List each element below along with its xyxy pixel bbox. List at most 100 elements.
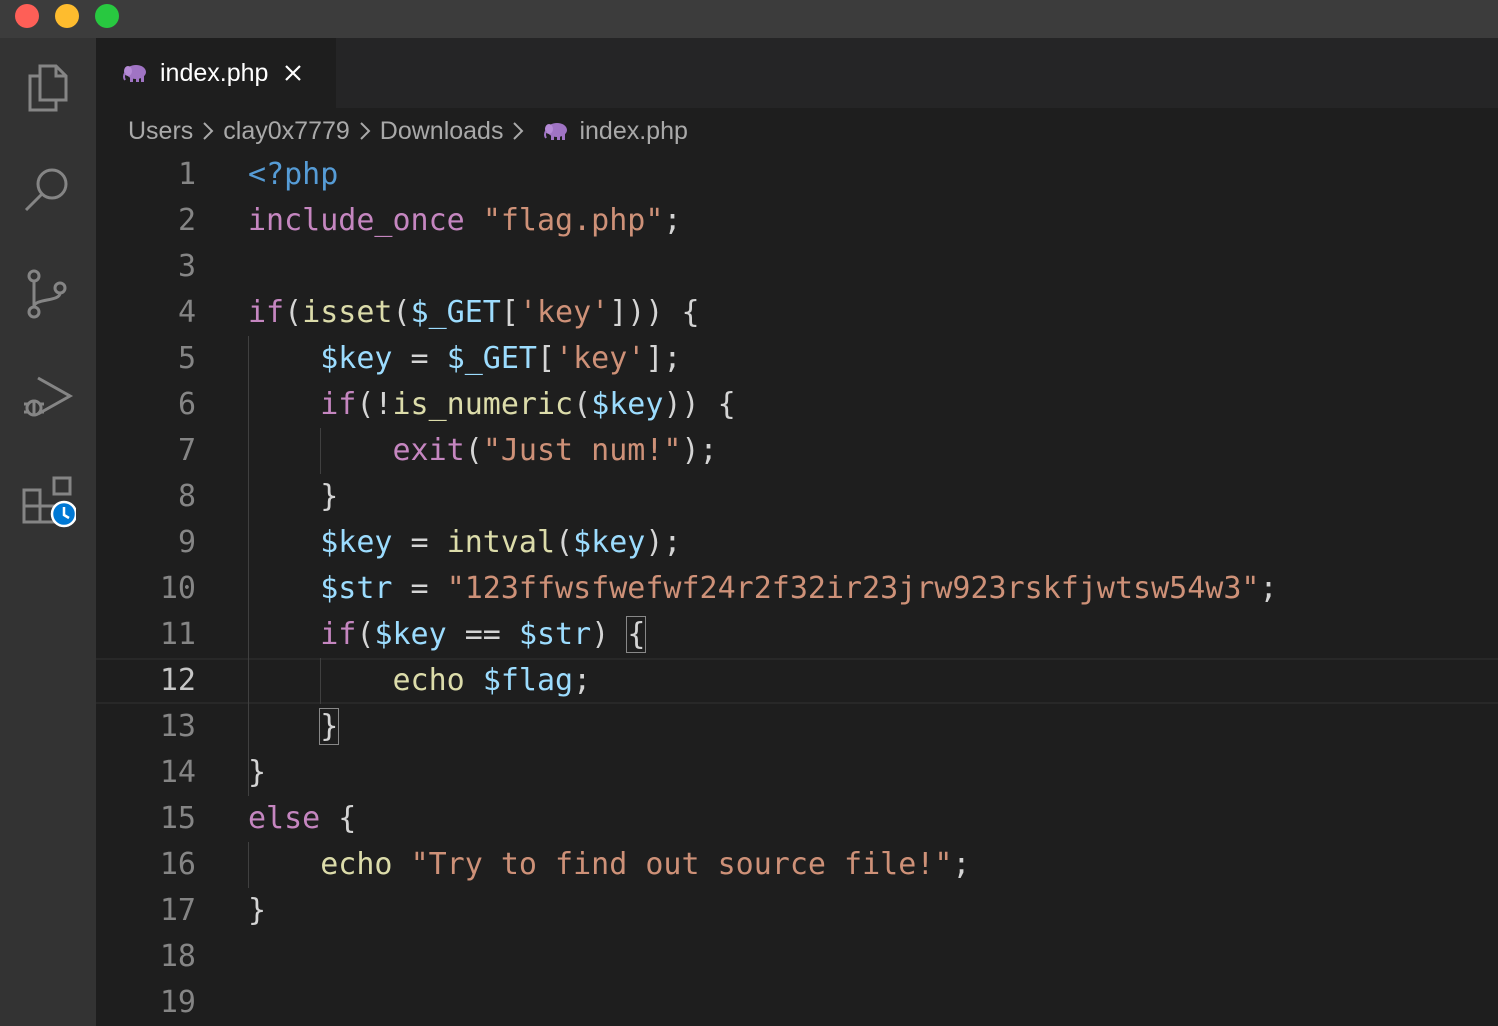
code-line[interactable]: 16 echo "Try to find out source file!"; xyxy=(96,842,1498,888)
code-token: } xyxy=(248,893,267,928)
code-token: ( xyxy=(573,387,592,422)
code-token: ])) { xyxy=(609,295,700,330)
source-control-button[interactable] xyxy=(0,246,96,342)
explorer-button[interactable] xyxy=(0,38,96,134)
code-text: include_once "flag.php"; xyxy=(248,198,682,244)
code-token: else xyxy=(248,801,321,836)
code-line[interactable]: 1 <?php xyxy=(96,152,1498,198)
code-token: $key xyxy=(591,387,664,422)
search-button[interactable] xyxy=(0,142,96,238)
indent-guide xyxy=(248,336,249,796)
tab-index-php[interactable]: index.php xyxy=(96,38,336,108)
code-line[interactable]: 19 xyxy=(96,980,1498,1026)
code-token: $str xyxy=(518,617,592,652)
code-token: = xyxy=(392,571,447,606)
code-text: echo "Try to find out source file!"; xyxy=(248,842,970,888)
code-line[interactable]: 7 exit("Just num!"); xyxy=(96,428,1498,474)
run-debug-icon xyxy=(24,376,74,417)
code-token: { xyxy=(626,616,647,653)
tab-bar: index.php xyxy=(96,38,1498,108)
code-token: intval xyxy=(446,525,556,560)
code-token: = xyxy=(392,341,447,376)
code-token: ); xyxy=(681,433,718,468)
minimize-window-button[interactable] xyxy=(55,4,79,28)
code-line[interactable]: 3 xyxy=(96,244,1498,290)
code-line[interactable]: 8 } xyxy=(96,474,1498,520)
code-token: )) { xyxy=(663,387,736,422)
source-control-icon xyxy=(27,269,67,319)
code-line[interactable]: 6 if(!is_numeric($key)) { xyxy=(96,382,1498,428)
line-number: 1 xyxy=(177,157,196,192)
code-line[interactable]: 5 $key = $_GET['key']; xyxy=(96,336,1498,382)
code-line[interactable]: 9 $key = intval($key); xyxy=(96,520,1498,566)
code-token: ( xyxy=(464,433,483,468)
code-token: "flag.php" xyxy=(482,203,664,238)
code-token: ( xyxy=(555,525,574,560)
code-token: ); xyxy=(645,525,682,560)
code-line[interactable]: 12 echo $flag; xyxy=(96,658,1498,704)
close-tab-button[interactable] xyxy=(282,62,304,84)
breadcrumb-item-file[interactable]: index.php xyxy=(579,117,687,146)
code-line[interactable]: 14} xyxy=(96,750,1498,796)
code-token: ; xyxy=(1259,571,1278,606)
code-token: is_numeric xyxy=(392,387,574,422)
code-token: ) xyxy=(591,617,628,652)
code-token: $key xyxy=(320,341,393,376)
code-token: $flag xyxy=(482,663,574,698)
chevron-right-icon xyxy=(201,121,215,141)
line-number: 19 xyxy=(159,985,196,1020)
line-number: 12 xyxy=(159,663,196,698)
code-text: } xyxy=(248,704,340,750)
line-number: 9 xyxy=(177,525,196,560)
indent-guide xyxy=(320,658,321,704)
search-icon xyxy=(24,168,68,212)
code-token: "123ffwsfwefwf24r2f32ir23jrw923rskfjwtsw… xyxy=(446,571,1260,606)
code-token: "Try to find out source file!" xyxy=(410,847,953,882)
line-number: 10 xyxy=(159,571,196,606)
breadcrumb-item-user[interactable]: clay0x7779 xyxy=(223,117,349,146)
breadcrumb-item-users[interactable]: Users xyxy=(128,117,193,146)
line-number: 7 xyxy=(177,433,196,468)
code-line[interactable]: 17} xyxy=(96,888,1498,934)
code-line[interactable]: 11 if($key == $str) { xyxy=(96,612,1498,658)
code-text: if(!is_numeric($key)) { xyxy=(248,382,736,428)
extensions-button[interactable] xyxy=(0,454,96,550)
tab-label: index.php xyxy=(160,58,269,87)
code-token: if xyxy=(320,387,357,422)
code-line[interactable]: 18 xyxy=(96,934,1498,980)
files-icon xyxy=(28,64,68,112)
code-token: "Just num!" xyxy=(482,433,682,468)
code-token: include_once xyxy=(248,203,465,238)
code-line[interactable]: 15 else { xyxy=(96,796,1498,842)
code-token: { xyxy=(320,801,357,836)
code-token: $key xyxy=(374,617,447,652)
code-token: ; xyxy=(663,203,682,238)
code-token: exit xyxy=(392,433,465,468)
run-debug-button[interactable] xyxy=(0,350,96,446)
code-token: (! xyxy=(356,387,393,422)
line-number: 2 xyxy=(177,203,196,238)
code-line[interactable]: 10 $str = "123ffwsfwefwf24r2f32ir23jrw92… xyxy=(96,566,1498,612)
code-text: exit("Just num!"); xyxy=(248,428,718,474)
close-icon xyxy=(285,65,302,81)
code-text: } xyxy=(248,474,338,520)
extensions-icon xyxy=(22,476,76,528)
code-line[interactable]: 4 if(isset($_GET['key'])) { xyxy=(96,290,1498,336)
code-token: 'key' xyxy=(555,341,646,376)
code-token: $key xyxy=(573,525,646,560)
breadcrumb-item-downloads[interactable]: Downloads xyxy=(380,117,504,146)
maximize-window-button[interactable] xyxy=(95,4,119,28)
code-line[interactable]: 13 } xyxy=(96,704,1498,750)
code-token: ]; xyxy=(645,341,682,376)
code-line[interactable]: 2 include_once "flag.php"; xyxy=(96,198,1498,244)
close-window-button[interactable] xyxy=(15,4,39,28)
activity-bar xyxy=(0,38,96,1026)
line-number: 18 xyxy=(159,939,196,974)
code-editor[interactable]: 1 <?php 2 include_once "flag.php"; 3 4 if(isse… xyxy=(96,152,1498,1026)
line-number: 4 xyxy=(177,295,196,330)
